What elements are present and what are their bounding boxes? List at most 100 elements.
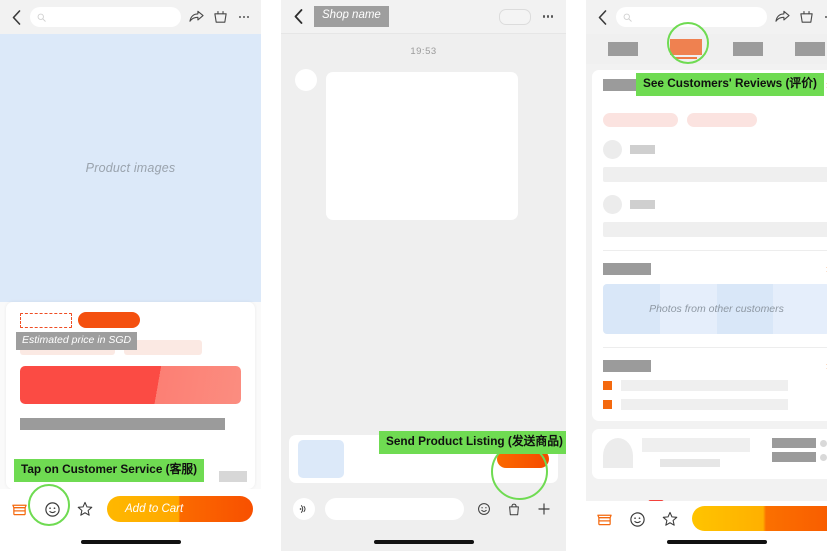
three-panel-walkthrough: Product images Estimated price in SGD Ta… [0,0,827,551]
spec-text-placeholder [621,399,788,410]
back-icon[interactable] [8,6,24,28]
related-product-card[interactable] [592,429,827,479]
review-author-placeholder [630,145,655,154]
spec-bullet [603,400,612,409]
more-dots-icon[interactable] [235,15,253,19]
avatar [295,69,317,91]
review-author-row [603,140,827,159]
meta-bar [772,438,816,448]
product-title-placeholder [20,418,225,430]
smiley-icon[interactable] [474,502,494,516]
chat-message-card[interactable] [326,72,518,220]
annotation-tap-customer-service: Tap on Customer Service (客服) [14,459,205,482]
customer-service-chat-icon[interactable] [41,495,63,523]
star-icon[interactable] [659,505,681,533]
related-product-thumb [603,438,633,468]
share-icon[interactable] [773,7,791,27]
voice-wave-icon[interactable] [293,498,315,520]
price-row [6,302,255,328]
review-tag[interactable] [687,113,757,127]
panel-chat: Shop name 19:53 Send Product Listing (发送… [281,0,566,551]
review-author-row [603,195,827,214]
specs-section-header[interactable]: › [603,360,827,372]
meta-bar [772,452,816,462]
add-to-cart-button[interactable]: Add to Cart [107,496,253,522]
cart-icon[interactable] [211,7,229,27]
back-icon[interactable] [290,6,306,28]
placeholder-block [219,471,247,482]
chat-text-input[interactable] [325,498,464,520]
divider [603,250,827,251]
search-input[interactable] [616,7,767,27]
specs-title-placeholder [603,360,651,372]
spec-text-placeholder [621,380,788,391]
chat-timestamp: 19:53 [410,46,437,57]
product-image-gallery[interactable]: Product images [0,34,261,302]
storefront-icon[interactable] [8,495,30,523]
customer-service-chat-icon[interactable] [626,505,648,533]
annotation-send-product-listing: Send Product Listing (发送商品) [379,431,566,454]
panel-product-detail: Product images Estimated price in SGD Ta… [0,0,261,551]
spec-row [603,399,827,410]
reviews-card: › [592,70,827,421]
chat-input-bar [281,489,566,529]
star-icon[interactable] [74,495,96,523]
photos-title-placeholder [603,263,651,275]
related-product-meta [772,438,827,466]
promo-banner[interactable] [20,366,241,404]
right-cta-button[interactable] [692,506,827,531]
related-product-title-placeholder [642,438,750,452]
shopping-bag-icon[interactable] [504,502,524,517]
review-tag-row [603,113,827,127]
divider [603,347,827,348]
reviews-tab-bar [586,34,827,64]
more-dots-icon[interactable] [539,15,557,18]
back-icon[interactable] [594,6,610,28]
tab-item-active-reviews[interactable] [669,38,702,60]
panel-reviews: › [586,0,827,551]
meta-dot [820,453,827,461]
storefront-icon[interactable] [593,505,615,533]
search-icon [37,13,46,22]
annotation-see-customers-reviews: See Customers' Reviews (评价) [636,73,824,96]
review-author-placeholder [630,200,655,209]
review-text-placeholder [603,167,827,182]
home-indicator [374,540,474,544]
chat-message-list: 19:53 [281,34,566,421]
right-navbar [586,0,827,34]
photos-section-header[interactable]: › [603,263,827,275]
product-thumbnail [298,440,344,478]
customer-photos-strip[interactable]: Photos from other customers [603,284,827,334]
customer-photos-label: Photos from other customers [649,303,784,315]
estimated-price-placeholder [20,312,72,328]
review-tag[interactable] [603,113,678,127]
home-indicator [667,540,767,544]
plus-icon[interactable] [534,502,554,516]
related-product-row [603,438,827,468]
chat-toggle[interactable] [499,8,531,25]
meta-dot [820,439,827,447]
tab-item[interactable] [795,42,826,56]
review-item [603,195,827,237]
chat-navbar: Shop name [281,0,566,34]
avatar [603,140,622,159]
search-input[interactable] [30,7,181,27]
share-icon[interactable] [187,7,205,27]
review-text-placeholder [603,222,827,237]
panel-gap [566,0,586,551]
tab-item[interactable] [733,42,764,56]
related-product-sub-placeholder [660,459,720,467]
tab-item[interactable] [607,42,638,56]
spec-bullet [603,381,612,390]
related-product-info [642,438,763,467]
shop-name-label: Shop name [314,6,389,27]
chat-message-row [281,57,566,220]
price-badge [78,312,140,328]
cart-icon[interactable] [797,7,815,27]
spec-row [603,380,827,391]
left-navbar [0,0,261,34]
more-dots-icon[interactable] [821,15,827,19]
product-images-placeholder-label: Product images [85,161,176,175]
annotation-estimated-price: Estimated price in SGD [16,332,138,350]
review-item [603,140,827,182]
